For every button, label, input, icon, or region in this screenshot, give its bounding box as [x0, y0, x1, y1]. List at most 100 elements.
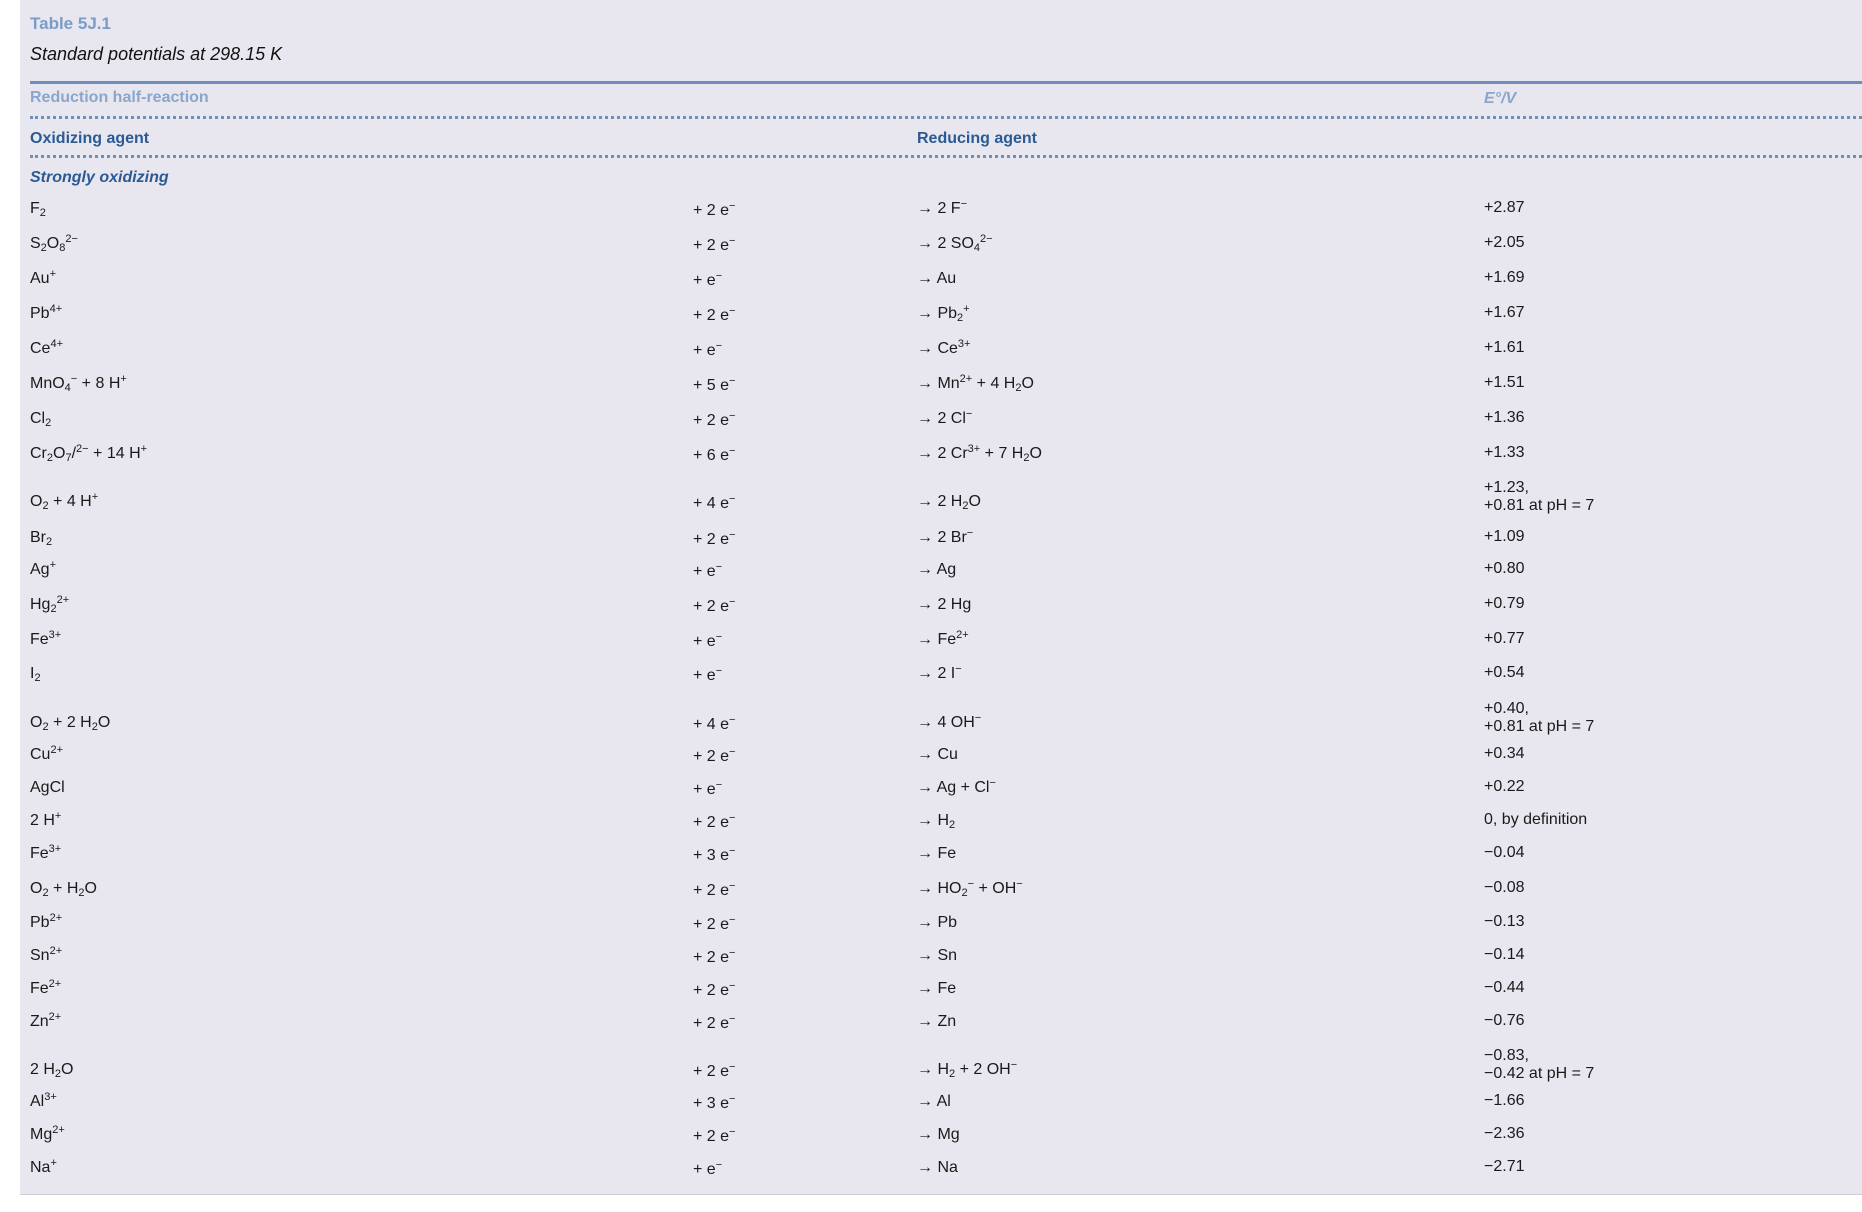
table-row: Fe3+ + e− → Fe2+ +0.77	[20, 629, 1862, 662]
reducing-agent-cell: → Ag	[917, 561, 957, 578]
potential-ph7-cell: −0.42 at pH = 7	[1484, 1065, 1595, 1082]
table-row: F2 + 2 e− → 2 F− +2.87	[20, 199, 1862, 231]
oxidizing-agent-cell: Fe2+	[30, 978, 62, 998]
table-row: Fe3+ + 3 e− → Fe −0.04	[20, 843, 1862, 876]
table-row: 2 H+ + 2 e− → H2 0, by definition	[20, 810, 1862, 843]
electrons-cell: + 5 e−	[693, 375, 736, 395]
header-half-reaction: Reduction half-reaction	[30, 89, 209, 106]
electrons-cell: + e−	[693, 270, 723, 290]
potential-cell: +1.09	[1484, 528, 1525, 545]
electrons-cell: + 2 e−	[693, 746, 736, 766]
potential-cell: +0.77	[1484, 630, 1525, 647]
table-number: Table 5J.1	[30, 14, 111, 33]
table-row: Ce4+ + e− → Ce3+ +1.61	[20, 338, 1862, 371]
table-row: Ag+ + e− → Ag +0.80	[20, 560, 1862, 592]
table-row: Cl2 + 2 e− → 2 Cl− +1.36	[20, 408, 1862, 441]
table-row: AgCl + e− → Ag + Cl− +0.22	[20, 777, 1862, 810]
potential-cell: −0.13	[1484, 913, 1525, 930]
table-row: Pb4+ + 2 e− → Pb2+ +1.67	[20, 304, 1862, 336]
potential-cell: +1.23,	[1484, 479, 1529, 496]
electrons-cell: + 2 e−	[693, 235, 736, 255]
reducing-agent-cell: → Fe2+	[917, 629, 969, 649]
reducing-agent-cell: → Fe	[917, 845, 957, 862]
oxidizing-agent-cell: Ce4+	[30, 338, 63, 358]
table-row: MnO4− + 8 H+ + 5 e− → Mn2+ + 4 H2O +1.51	[20, 373, 1862, 406]
electrons-cell: + 2 e−	[693, 812, 736, 832]
header-standard-potential: E°/V	[1484, 90, 1517, 107]
table-sheet: Table 5J.1 Standard potentials at 298.15…	[20, 0, 1862, 1195]
oxidizing-agent-cell: Al3+	[30, 1091, 57, 1111]
potential-cell: +1.61	[1484, 339, 1525, 356]
electrons-cell: + 3 e−	[693, 845, 736, 865]
reducing-agent-cell: → Pb	[917, 914, 958, 931]
reducing-agent-cell: → Cu	[917, 746, 958, 763]
reducing-agent-cell: → Sn	[917, 947, 958, 964]
reducing-agent-cell: → Fe	[917, 980, 957, 997]
electrons-cell: + 2 e−	[693, 200, 736, 220]
header-reducing-agent: Reducing agent	[917, 130, 1038, 147]
table-row: Cr2O7/2− + 14 H+ + 6 e− → 2 Cr3+ + 7 H2O +1…	[20, 443, 1862, 476]
table-row: Zn2+ + 2 e− → Zn −0.76	[20, 1011, 1862, 1044]
electrons-cell: + 3 e−	[693, 1093, 736, 1113]
potential-cell: +1.51	[1484, 374, 1525, 391]
potential-cell: −0.08	[1484, 879, 1525, 896]
electrons-cell: + 2 e−	[693, 529, 736, 549]
potential-cell: +0.80	[1484, 560, 1525, 577]
potential-cell: +1.36	[1484, 409, 1525, 426]
table-row: Pb2+ + 2 e− → Pb −0.13	[20, 913, 1862, 945]
table-row: Mg2+ + 2 e− → Mg −2.36	[20, 1124, 1862, 1157]
reducing-agent-cell: → 2 Hg	[917, 596, 972, 613]
potential-cell: −0.76	[1484, 1012, 1525, 1029]
oxidizing-agent-cell: O2 + 2 H2O	[30, 714, 111, 733]
potential-ph7-cell: +0.81 at pH = 7	[1484, 718, 1595, 735]
potential-cell: −0.83,	[1484, 1047, 1529, 1064]
potential-cell: +0.79	[1484, 595, 1525, 612]
oxidizing-agent-cell: Au+	[30, 268, 57, 288]
subheader-divider	[30, 155, 1862, 158]
reducing-agent-cell: → H2	[917, 812, 956, 831]
reducing-agent-cell: → 2 SO42−	[917, 233, 993, 254]
potential-cell: −1.66	[1484, 1092, 1525, 1109]
potential-cell: +0.54	[1484, 664, 1525, 681]
table-row: Al3+ + 3 e− → Al −1.66	[20, 1091, 1862, 1124]
oxidizing-agent-cell: Cu2+	[30, 744, 63, 764]
oxidizing-agent-cell: Br2	[30, 529, 53, 548]
oxidizing-agent-cell: MnO4− + 8 H+	[30, 373, 127, 394]
electrons-cell: + 2 e−	[693, 410, 736, 430]
oxidizing-agent-cell: Na+	[30, 1157, 57, 1177]
reducing-agent-cell: → 4 OH−	[917, 712, 982, 732]
electrons-cell: + e−	[693, 340, 723, 360]
table-title: Standard potentials at 298.15 K	[30, 44, 283, 64]
oxidizing-agent-cell: O2 + H2O	[30, 880, 97, 899]
electrons-cell: + 4 e−	[693, 493, 736, 513]
electrons-cell: + 2 e−	[693, 880, 736, 900]
oxidizing-agent-cell: Fe3+	[30, 843, 62, 863]
electrons-cell: + e−	[693, 561, 723, 581]
reducing-agent-cell: → H2 + 2 OH−	[917, 1059, 1018, 1080]
header-divider	[30, 116, 1862, 119]
electrons-cell: + 4 e−	[693, 714, 736, 734]
oxidizing-agent-cell: Cl2	[30, 410, 52, 429]
oxidizing-agent-cell: I2	[30, 665, 41, 684]
table-row: Cu2+ + 2 e− → Cu +0.34	[20, 744, 1862, 777]
table-row: Na+ + e− → Na −2.71	[20, 1157, 1862, 1190]
potential-cell: −0.14	[1484, 946, 1525, 963]
reducing-agent-cell: → Ag + Cl−	[917, 777, 996, 797]
oxidizing-agent-cell: 2 H+	[30, 810, 62, 830]
potential-cell: −0.04	[1484, 844, 1525, 861]
oxidizing-agent-cell: Mg2+	[30, 1124, 65, 1144]
reducing-agent-cell: → 2 I−	[917, 663, 962, 683]
table-row: O2 + H2O + 2 e− → HO2− + OH− −0.08	[20, 879, 1862, 911]
reducing-agent-cell: → 2 H2O	[917, 493, 981, 512]
table-row: Fe2+ + 2 e− → Fe −0.44	[20, 978, 1862, 1011]
reducing-agent-cell: → 2 Cl−	[917, 408, 973, 428]
potential-cell: +1.69	[1484, 269, 1525, 286]
table-row: Sn2+ + 2 e− → Sn −0.14	[20, 946, 1862, 978]
oxidizing-agent-cell: Cr2O7/2− + 14 H+	[30, 443, 148, 464]
potential-cell: −2.71	[1484, 1158, 1525, 1175]
potential-cell: +2.87	[1484, 199, 1525, 216]
potential-cell: +0.40,	[1484, 700, 1529, 717]
oxidizing-agent-cell: F2	[30, 200, 46, 219]
oxidizing-agent-cell: S2O82−	[30, 233, 78, 254]
oxidizing-agent-cell: Zn2+	[30, 1011, 62, 1031]
